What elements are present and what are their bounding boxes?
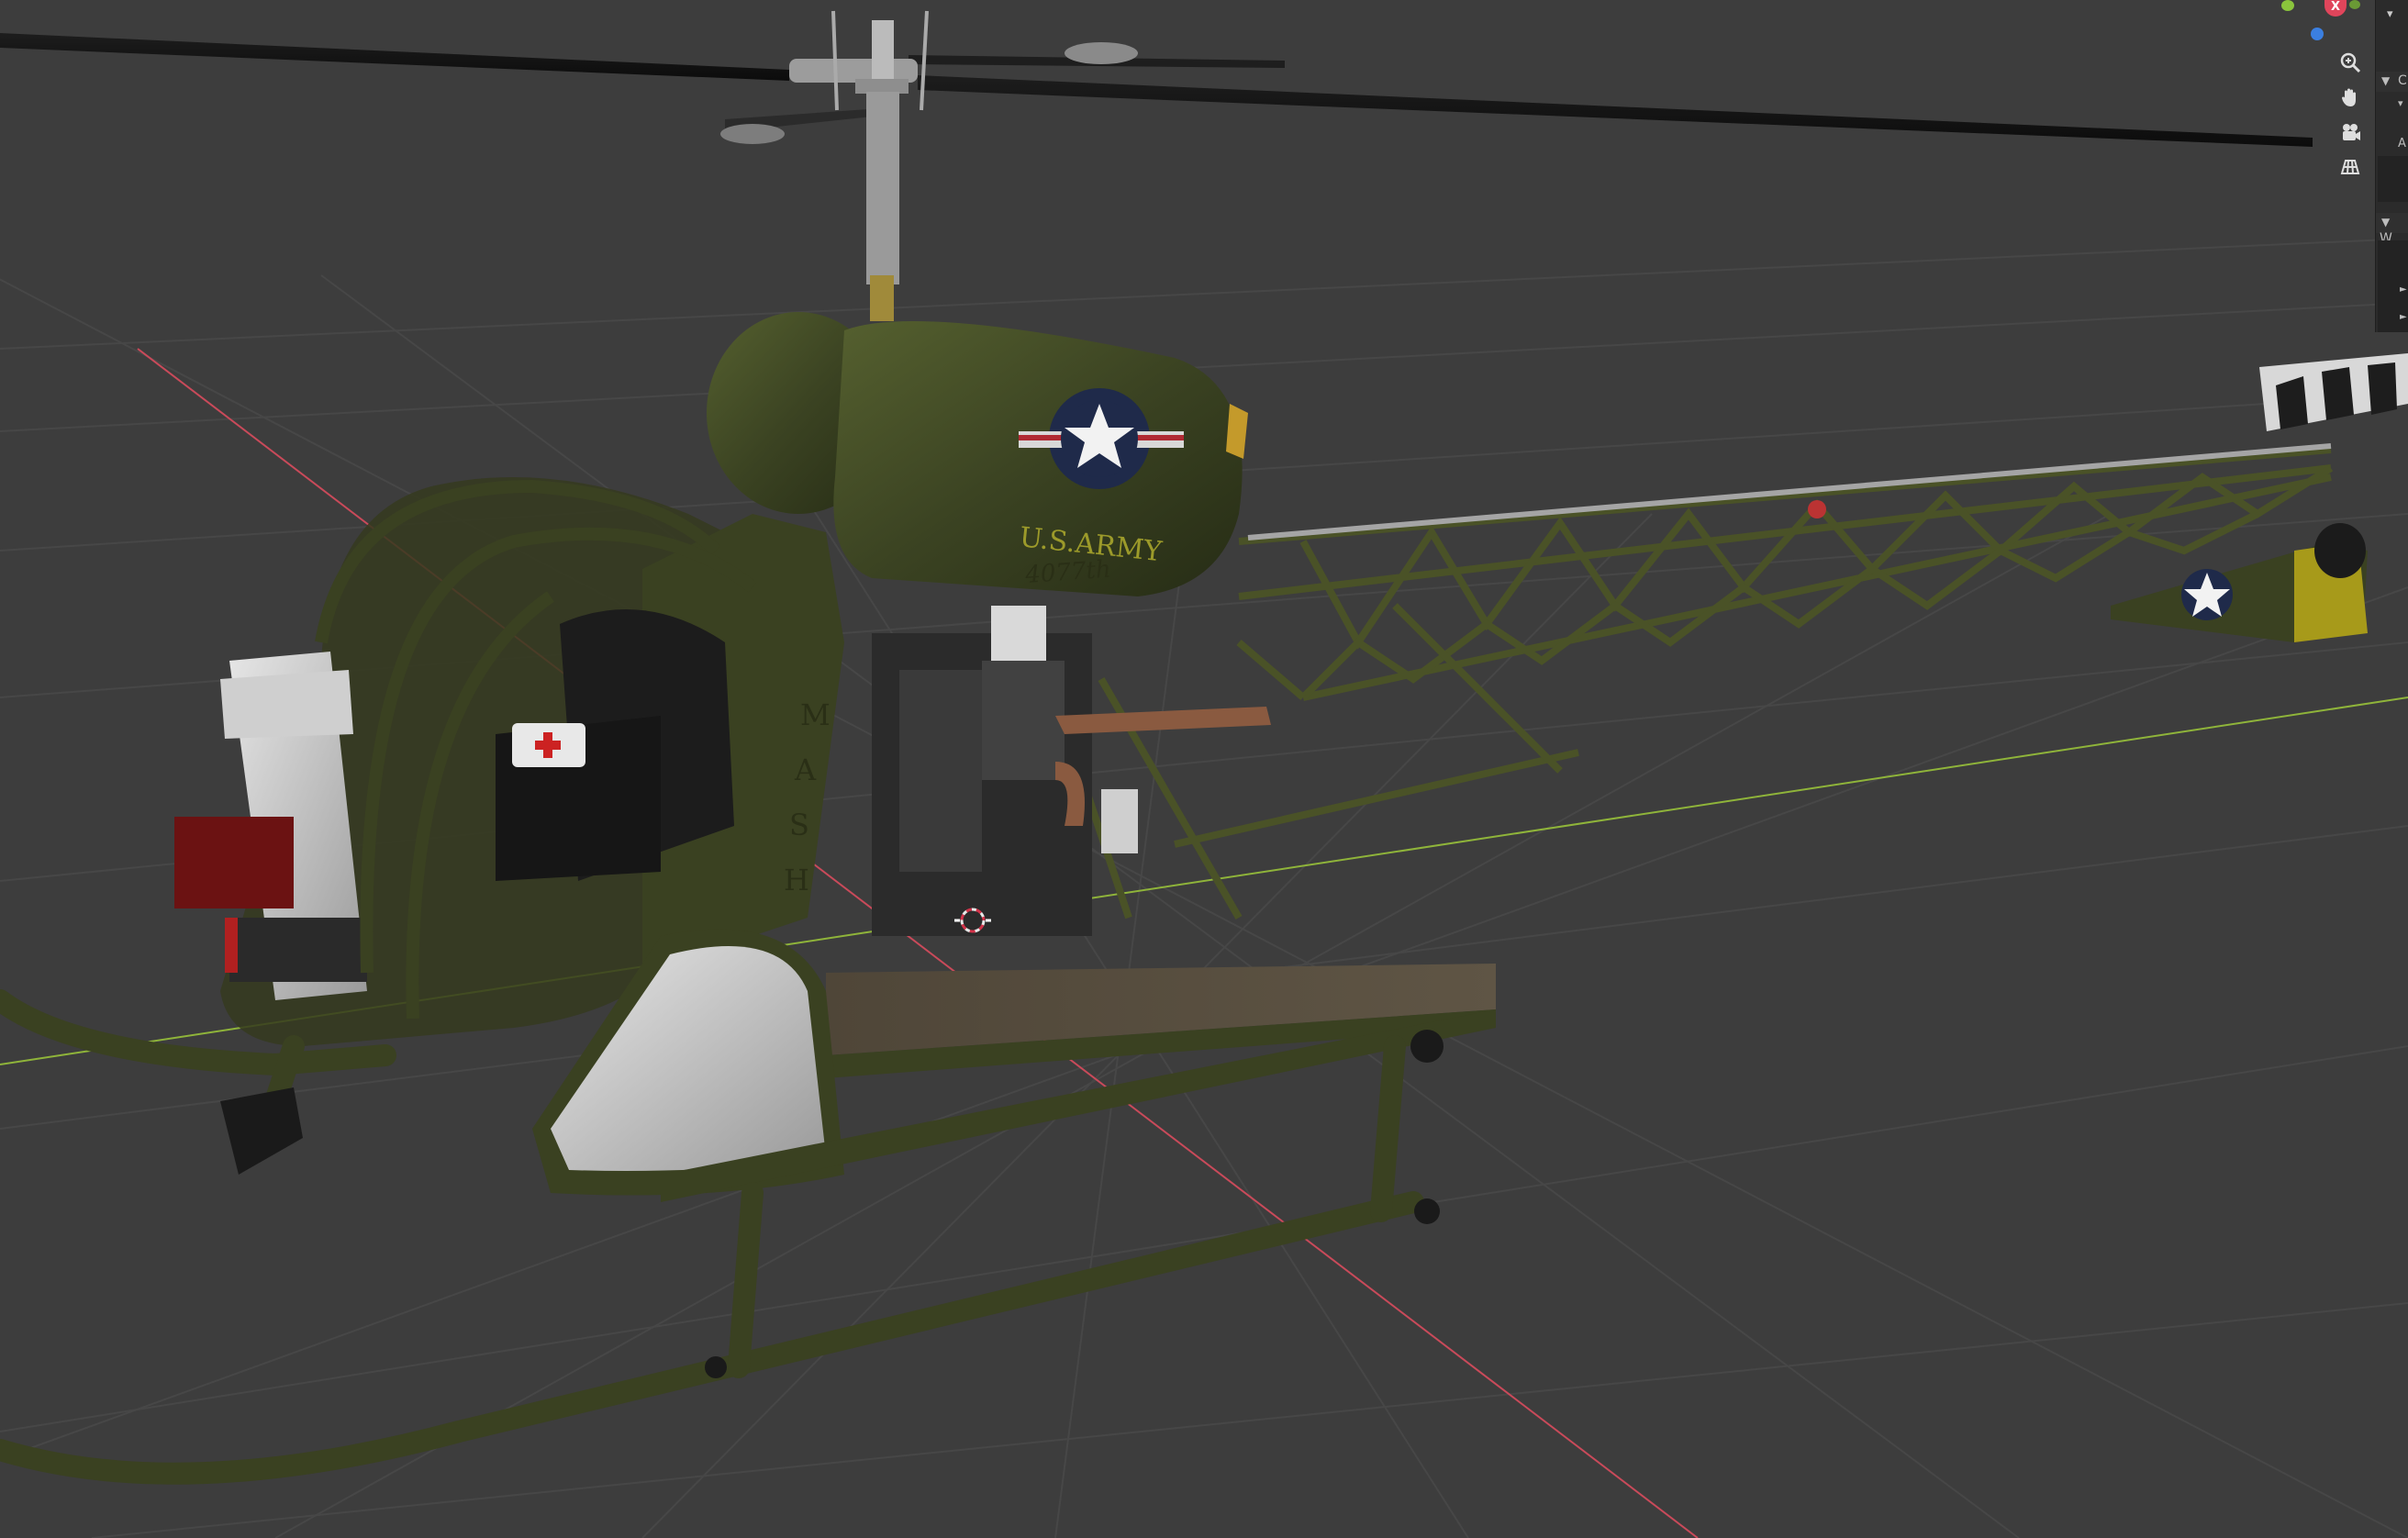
3d-viewport[interactable]: U.S.ARMY 4077th M A S H [0,0,2408,1538]
panel-header-w[interactable]: ▼ W [2376,213,2408,246]
gizmo-z-axis-dot[interactable] [2311,28,2324,40]
gizmo-y-neg-dot[interactable] [2349,0,2360,9]
panel-header-c-label: C [2398,73,2407,88]
panel-subrow-arrow[interactable]: ▾ [2376,97,2408,117]
expand-arrow-icon[interactable]: ► [2376,284,2408,305]
svg-text:H: H [784,863,809,897]
gizmo-y-axis-dot[interactable] [2281,0,2294,11]
engine [872,606,1271,936]
main-rotor [0,10,2313,321]
zoom-button[interactable] [2334,46,2367,79]
expand-arrow-icon[interactable]: ► [2376,312,2408,332]
camera-view-button[interactable] [2334,116,2367,149]
svg-text:M: M [800,697,831,732]
collapse-arrow-icon: ▼ [2381,74,2391,87]
panel-header-c[interactable]: ▼ C [2376,72,2408,92]
camera-view-icon [2343,124,2360,140]
panel-field-box[interactable] [2378,156,2408,202]
zoom-icon [2340,52,2361,73]
svg-text:A: A [794,752,817,787]
panel-row-a-label: A [2398,137,2406,150]
collapse-arrow-icon: ▼ [2381,216,2391,228]
panel-row-a: A [2376,134,2408,154]
sidebar-n-panel[interactable]: ▾ ▼ C ▾ A ▼ W ► ► [2375,0,2408,332]
navigation-gizmo[interactable] [2267,0,2375,46]
hand-pan-icon [2342,88,2356,106]
searchlight [220,1087,303,1175]
panel-row-top: ▾ [2387,7,2393,21]
ortho-toggle-button[interactable] [2334,150,2367,184]
svg-text:S: S [789,808,809,842]
pan-button[interactable] [2334,81,2367,114]
ortho-grid-icon [2340,160,2360,174]
tail-section [2111,353,2408,642]
